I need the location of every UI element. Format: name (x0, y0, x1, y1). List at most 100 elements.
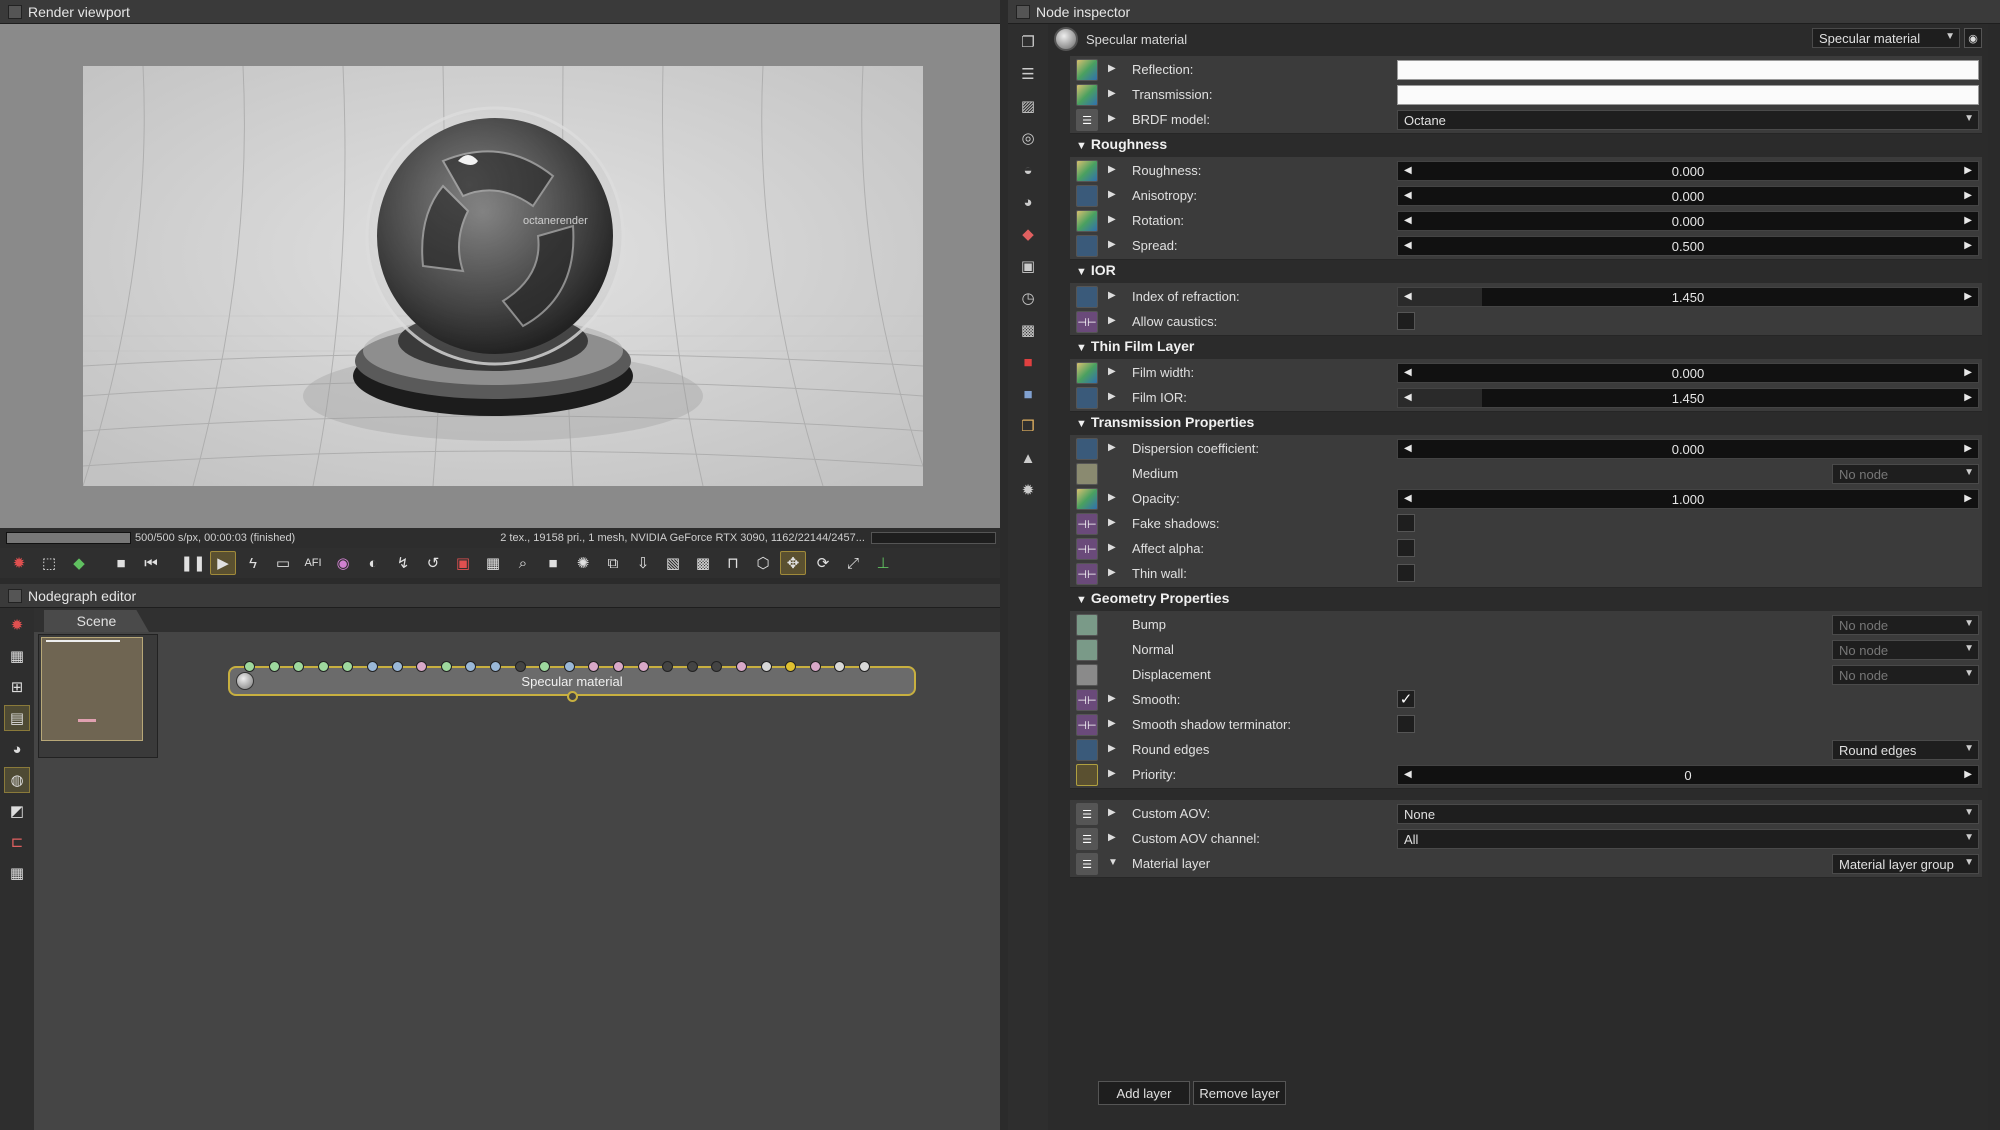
node-input-pin[interactable] (760, 661, 772, 672)
refresh-icon[interactable]: ⟳ (810, 551, 836, 575)
decrement-arrow-icon[interactable]: ◀ (1404, 392, 1412, 403)
checker-icon[interactable]: ▩ (690, 551, 716, 575)
increment-arrow-icon[interactable]: ▶ (1964, 291, 1972, 302)
pause-button[interactable]: ❚❚ (180, 551, 206, 575)
node-link-dropdown[interactable]: No node ▼ (1832, 464, 1979, 484)
magnet-icon[interactable]: ⊏ (4, 829, 30, 855)
expand-triangle-icon[interactable]: ▶ (1108, 290, 1116, 301)
node-input-pin[interactable] (662, 661, 674, 672)
texture-icon[interactable]: ▩ (1016, 318, 1040, 342)
axis-gizmo-icon[interactable]: ⊥ (870, 551, 896, 575)
texture-icon[interactable]: ◩ (4, 798, 30, 824)
texture-node-icon[interactable] (1076, 235, 1098, 257)
value-slider[interactable]: ◀ 1.450 ▶ (1397, 287, 1979, 307)
eye-icon[interactable]: ◉ (1964, 28, 1982, 48)
increment-arrow-icon[interactable]: ▶ (1964, 165, 1972, 176)
film-icon[interactable]: ▣ (1016, 254, 1040, 278)
node-input-pin[interactable] (834, 661, 846, 672)
enum-node-icon[interactable]: ☰ (1076, 803, 1098, 825)
increment-arrow-icon[interactable]: ▶ (1964, 367, 1972, 378)
afi-icon[interactable]: AFI (300, 551, 326, 575)
texture-node-icon[interactable] (1076, 210, 1098, 232)
bool-node-icon[interactable]: ⊣⊢ (1076, 538, 1098, 560)
save-render-icon[interactable]: ⇩ (630, 551, 656, 575)
param-checkbox[interactable]: ✓ (1397, 690, 1415, 708)
bool-node-icon[interactable]: ⊣⊢ (1076, 311, 1098, 333)
node-link-dropdown[interactable]: Round edges ▼ (1832, 740, 1979, 760)
node-input-pin[interactable] (736, 661, 747, 672)
restart-button[interactable]: ⏮ (138, 551, 164, 575)
decrement-arrow-icon[interactable]: ◀ (1404, 769, 1412, 780)
increment-arrow-icon[interactable]: ▶ (1964, 190, 1972, 201)
node-link-dropdown[interactable]: Material layer group ▼ (1832, 854, 1979, 874)
globe-icon[interactable]: ◕ (1016, 190, 1040, 214)
decrement-arrow-icon[interactable]: ◀ (1404, 215, 1412, 226)
expand-triangle-icon[interactable]: ▶ (1108, 366, 1116, 377)
node-input-pin[interactable] (440, 661, 452, 672)
picture-icon[interactable]: ▲ (1016, 446, 1040, 470)
film-icon[interactable]: ▤ (4, 705, 30, 731)
expand-triangle-icon[interactable]: ▶ (1108, 88, 1116, 99)
node-input-pin[interactable] (367, 661, 378, 672)
param-checkbox[interactable] (1397, 539, 1415, 557)
node-input-pin[interactable] (490, 661, 501, 672)
image-icon[interactable]: ▨ (1016, 94, 1040, 118)
decrement-arrow-icon[interactable]: ◀ (1404, 165, 1412, 176)
value-slider[interactable]: ◀ 0 ▶ (1397, 765, 1979, 785)
clock-icon[interactable]: ◷ (1016, 286, 1040, 310)
octane-logo-icon[interactable]: ✹ (4, 612, 30, 638)
material-pick-icon[interactable]: ▣ (450, 551, 476, 575)
node-type-dropdown[interactable]: Specular material ▼ (1812, 28, 1960, 48)
param-checkbox[interactable] (1397, 514, 1415, 532)
node-link-dropdown[interactable]: No node ▼ (1832, 615, 1979, 635)
param-checkbox[interactable] (1397, 312, 1415, 330)
node-input-pin[interactable] (293, 661, 305, 672)
texture-node-icon[interactable] (1076, 639, 1098, 661)
enum-dropdown[interactable]: All ▼ (1397, 829, 1979, 849)
node-input-pin[interactable] (809, 661, 821, 672)
texture-node-icon[interactable] (1076, 185, 1098, 207)
expand-triangle-icon[interactable]: ▶ (1108, 693, 1116, 704)
layers-icon[interactable]: ❒ (1016, 414, 1040, 438)
grid-select-icon[interactable]: ▦ (4, 643, 30, 669)
cube-icon[interactable]: ⬡ (750, 551, 776, 575)
inspector-scrollbar[interactable] (1988, 24, 2000, 1130)
panel-grip-icon[interactable] (8, 4, 22, 19)
stack-icon[interactable]: ❐ (1016, 30, 1040, 54)
section-geometry-properties[interactable]: ▼ Geometry Properties (1076, 590, 1229, 606)
play-button[interactable]: ▶ (210, 551, 236, 575)
node-input-pin[interactable] (613, 661, 624, 672)
focus-pick-icon[interactable]: ↯ (390, 551, 416, 575)
bool-node-icon[interactable]: ⊣⊢ (1076, 563, 1098, 585)
object-pick-icon[interactable]: ▦ (480, 551, 506, 575)
material-icon[interactable]: ◕ (4, 736, 30, 762)
texture-node-icon[interactable] (1076, 362, 1098, 384)
red-cube-icon[interactable]: ■ (1016, 350, 1040, 374)
increment-arrow-icon[interactable]: ▶ (1964, 769, 1972, 780)
texture-node-icon[interactable] (1076, 664, 1098, 686)
sphere-pick-icon[interactable]: ◐ (360, 551, 386, 575)
octane-logo-icon[interactable]: ✹ (6, 551, 32, 575)
square-icon[interactable]: ■ (540, 551, 566, 575)
white-balance-icon[interactable]: ↺ (420, 551, 446, 575)
texture-node-icon[interactable] (1076, 739, 1098, 761)
increment-arrow-icon[interactable]: ▶ (1964, 443, 1972, 454)
decrement-arrow-icon[interactable]: ◀ (1404, 291, 1412, 302)
expand-triangle-icon[interactable]: ▶ (1108, 113, 1116, 124)
decrement-arrow-icon[interactable]: ◀ (1404, 443, 1412, 454)
lock-icon[interactable]: ⊓ (720, 551, 746, 575)
node-input-pin[interactable] (317, 661, 329, 672)
node-input-pin[interactable] (268, 661, 280, 672)
expand-triangle-icon[interactable]: ▼ (1108, 857, 1118, 868)
node-input-pin[interactable] (711, 661, 723, 672)
section-thin-film-layer[interactable]: ▼ Thin Film Layer (1076, 338, 1194, 354)
node-input-pin[interactable] (539, 661, 551, 672)
expand-triangle-icon[interactable]: ▶ (1108, 63, 1116, 74)
node-input-pin[interactable] (637, 661, 649, 672)
add-layer-button[interactable]: Add layer (1098, 1081, 1190, 1105)
expand-triangle-icon[interactable]: ▶ (1108, 442, 1116, 453)
clay-icon[interactable]: ✺ (570, 551, 596, 575)
texture-node-icon[interactable] (1076, 387, 1098, 409)
color-wheel-icon[interactable]: ◉ (330, 551, 356, 575)
specular-material-node[interactable]: Specular material (228, 661, 916, 702)
